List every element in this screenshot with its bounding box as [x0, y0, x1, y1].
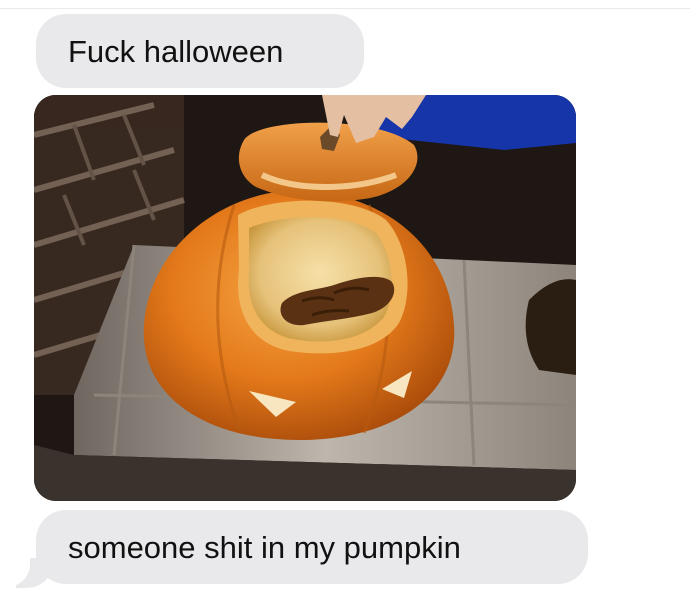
- message-text-2: someone shit in my pumpkin: [68, 529, 461, 565]
- message-image-pumpkin[interactable]: [34, 95, 576, 501]
- carved-pumpkin-photo: [34, 95, 576, 501]
- message-text-1: Fuck halloween: [68, 33, 284, 69]
- top-divider: [0, 8, 690, 9]
- message-bubble-2[interactable]: someone shit in my pumpkin: [36, 510, 588, 584]
- message-bubble-1[interactable]: Fuck halloween: [36, 14, 364, 88]
